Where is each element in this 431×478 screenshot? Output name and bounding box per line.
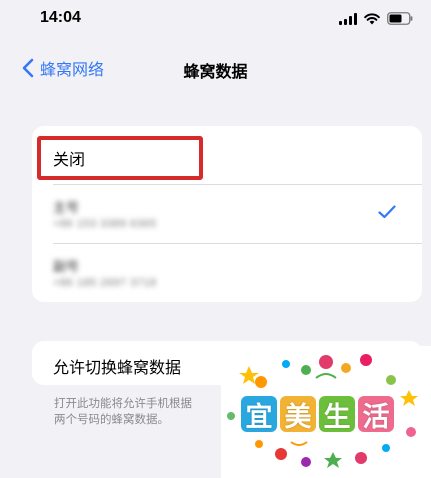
sim-name: 主号: [53, 200, 80, 215]
signal-icon: [339, 12, 357, 25]
wifi-icon: [364, 12, 380, 25]
sim-name: 副号: [53, 259, 80, 274]
sim-number: +86 153 3389 6365: [53, 218, 157, 230]
page-title: 蜂窝数据: [183, 64, 248, 81]
watermark-char: 生: [319, 396, 355, 433]
option-sim-primary[interactable]: 主号 +86 153 3389 6365: [32, 185, 422, 243]
watermark-char: 宜: [241, 396, 277, 433]
footnote-line-2: 两个号码的蜂窝数据。: [54, 414, 169, 426]
status-time: 14:04: [40, 9, 81, 26]
watermark-char: 活: [358, 396, 394, 433]
status-icons: [339, 12, 413, 25]
status-bar: 14:04: [0, 0, 431, 40]
allow-data-switching-label: 允许切换蜂窝数据: [53, 360, 182, 377]
battery-icon: [387, 12, 413, 25]
footnote: 打开此功能将允许手机根据 两个号码的蜂窝数据。: [54, 396, 244, 428]
watermark-logo: 宜 美 生 活: [221, 346, 431, 478]
watermark-text: 宜 美 生 活: [241, 396, 394, 433]
watermark-char: 美: [280, 396, 316, 433]
option-sim-secondary[interactable]: 副号 +86 185 2697 3718: [32, 244, 422, 302]
sim-number: +86 185 2697 3718: [53, 277, 157, 289]
footnote-line-1: 打开此功能将允许手机根据: [54, 398, 192, 410]
navigation-bar: 蜂窝网络 蜂窝数据: [0, 48, 431, 88]
highlight-box: [37, 136, 203, 180]
checkmark-icon: [378, 205, 396, 224]
